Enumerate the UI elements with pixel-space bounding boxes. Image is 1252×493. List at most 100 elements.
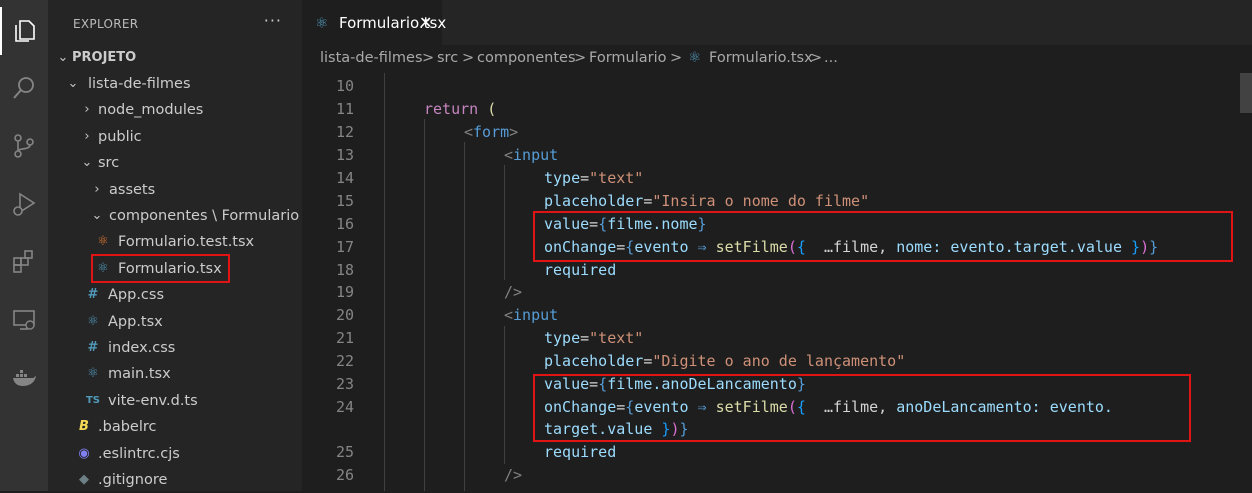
typescript-icon: TS xyxy=(85,395,101,406)
indent-guide xyxy=(384,73,385,491)
line-number: 24 xyxy=(335,398,354,416)
breadcrumb-separator: > xyxy=(462,50,475,66)
file-formulario-test[interactable]: ⚛ Formulario.test.tsx xyxy=(48,229,302,255)
line-number: 21 xyxy=(335,329,354,347)
file-main-tsx[interactable]: ⚛ main.tsx xyxy=(48,361,302,387)
code-editor[interactable]: 10 11 12 13 14 15 16 17 18 19 20 21 22 2… xyxy=(302,73,1252,491)
folder-src[interactable]: ⌄ src xyxy=(48,150,302,176)
indent-guide xyxy=(504,165,505,280)
code-line: type="text" xyxy=(544,329,644,347)
breadcrumb-item[interactable]: Formulario xyxy=(589,50,667,66)
line-number: 13 xyxy=(335,146,354,164)
chevron-right-icon: › xyxy=(84,129,90,144)
code-line: <input xyxy=(504,146,559,164)
chevron-down-icon: ⌄ xyxy=(57,50,69,65)
line-number: 14 xyxy=(335,169,354,187)
line-number: 16 xyxy=(335,215,354,233)
react-icon: ⚛ xyxy=(87,366,99,381)
breadcrumb: lista-de-filmes > src > componentes > Fo… xyxy=(302,45,1252,73)
file-babelrc[interactable]: B .babelrc xyxy=(48,414,302,440)
more-actions-icon[interactable]: ··· xyxy=(264,11,282,30)
folder-public[interactable]: › public xyxy=(48,124,302,150)
file-app-tsx[interactable]: ⚛ App.tsx xyxy=(48,309,302,335)
indent-guide xyxy=(464,142,465,491)
scrollbar-thumb[interactable] xyxy=(1240,73,1252,113)
breadcrumb-item[interactable]: src xyxy=(437,50,458,66)
chevron-down-icon: ⌄ xyxy=(67,76,79,91)
editor-tabs: ⚛ Formulario.tsx ✕ xyxy=(302,0,1252,45)
tab-formulario-tsx[interactable]: ⚛ Formulario.tsx ✕ xyxy=(302,0,446,45)
file-app-css[interactable]: # App.css xyxy=(48,282,302,308)
line-number: 12 xyxy=(335,123,354,141)
close-icon[interactable]: ✕ xyxy=(419,13,432,32)
run-debug-icon[interactable] xyxy=(0,180,48,228)
explorer-sidebar: EXPLORER ··· ⌄ PROJETO ⌄ lista-de-filmes… xyxy=(48,0,302,491)
line-number: 11 xyxy=(335,100,354,118)
highlight-box-file xyxy=(91,254,230,283)
remote-explorer-icon[interactable] xyxy=(0,296,48,344)
code-line: <form> xyxy=(464,123,519,141)
file-index-css[interactable]: # index.css xyxy=(48,335,302,361)
line-number: 15 xyxy=(335,192,354,210)
react-icon: ⚛ xyxy=(87,314,99,329)
breadcrumb-separator: > xyxy=(422,50,435,66)
code-line: /> xyxy=(504,283,523,301)
file-gitignore[interactable]: ◆ .gitignore xyxy=(48,467,302,493)
babel-icon: B xyxy=(79,419,89,434)
file-eslintrc[interactable]: ◉ .eslintrc.cjs xyxy=(48,441,302,467)
react-icon: ⚛ xyxy=(688,50,701,66)
code-line: placeholder="Digite o ano de lançamento" xyxy=(544,352,906,370)
folder-componentes-formulario[interactable]: ⌄ componentes \ Formulario xyxy=(48,203,302,229)
hash-icon: # xyxy=(87,287,99,302)
chevron-down-icon: ⌄ xyxy=(81,155,93,170)
highlight-box-code xyxy=(533,211,1233,262)
project-root[interactable]: ⌄ PROJETO xyxy=(48,45,302,71)
code-line: return ( xyxy=(424,100,497,118)
folder-assets[interactable]: › assets xyxy=(48,177,302,203)
chevron-right-icon: › xyxy=(84,102,90,117)
highlight-box-code xyxy=(533,374,1191,442)
line-number: 22 xyxy=(335,352,354,370)
breadcrumb-item[interactable]: ... xyxy=(824,50,838,66)
folder-lista-de-filmes[interactable]: ⌄ lista-de-filmes xyxy=(48,71,302,97)
breadcrumb-item[interactable]: Formulario.tsx xyxy=(709,50,813,66)
code-line: placeholder="Insira o nome do filme" xyxy=(544,192,870,210)
scrollbar[interactable] xyxy=(1240,73,1252,491)
extensions-icon[interactable] xyxy=(0,238,48,286)
breadcrumb-separator: > xyxy=(810,50,823,66)
docker-icon[interactable] xyxy=(0,354,48,402)
file-vite-env[interactable]: TS vite-env.d.ts xyxy=(48,388,302,414)
indent-guide xyxy=(504,326,505,464)
react-icon: ⚛ xyxy=(315,14,329,32)
activity-bar xyxy=(0,0,48,491)
code-line: required xyxy=(544,443,617,461)
line-number: 20 xyxy=(335,306,354,324)
folder-node-modules[interactable]: › node_modules xyxy=(48,97,302,123)
chevron-down-icon: ⌄ xyxy=(91,208,103,223)
breadcrumb-item[interactable]: lista-de-filmes xyxy=(320,50,423,66)
line-number: 18 xyxy=(335,261,354,279)
code-line: type="text" xyxy=(544,169,644,187)
line-number: 23 xyxy=(335,375,354,393)
explorer-title: EXPLORER xyxy=(73,17,139,31)
files-icon[interactable] xyxy=(0,7,48,55)
indent-guide xyxy=(424,119,425,491)
hash-icon: # xyxy=(87,340,99,355)
code-line: /> xyxy=(504,466,523,484)
code-line: <input xyxy=(504,306,559,324)
git-icon: ◆ xyxy=(79,472,89,487)
chevron-right-icon: › xyxy=(94,182,100,197)
react-test-icon: ⚛ xyxy=(97,234,109,249)
line-number: 19 xyxy=(335,283,354,301)
line-number: 10 xyxy=(335,77,354,95)
search-icon[interactable] xyxy=(0,64,48,112)
breadcrumb-separator: > xyxy=(670,50,683,66)
line-number: 25 xyxy=(335,443,354,461)
eslint-icon: ◉ xyxy=(78,446,90,461)
source-control-icon[interactable] xyxy=(0,122,48,170)
line-number: 17 xyxy=(335,238,354,256)
line-number: 26 xyxy=(335,466,354,484)
breadcrumb-item[interactable]: componentes xyxy=(477,50,576,66)
code-line: required xyxy=(544,261,617,279)
breadcrumb-separator: > xyxy=(574,50,587,66)
